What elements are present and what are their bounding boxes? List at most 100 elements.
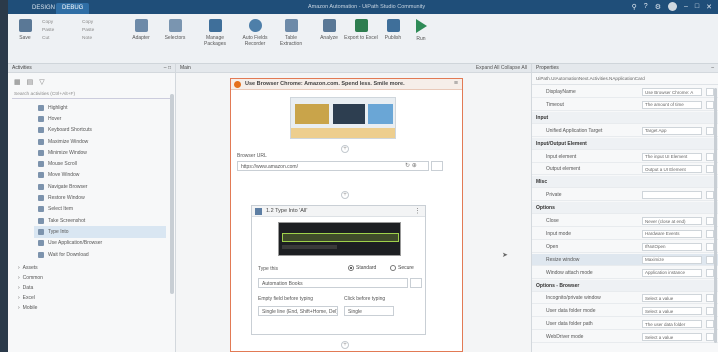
list-item[interactable]: Restore Window — [38, 192, 175, 203]
type-into-activity[interactable]: 1.2 Type Into 'All' ⋮ Type this Standard… — [251, 205, 426, 335]
list-item-selected[interactable]: Type Into — [34, 226, 166, 238]
property-value-field[interactable]: Select a value — [642, 294, 702, 303]
property-options-button[interactable] — [706, 229, 714, 238]
run-button[interactable]: Run — [404, 19, 438, 42]
use-browser-activity[interactable]: Use Browser Chrome: Amazon.com. Spend le… — [230, 78, 463, 352]
property-options-button[interactable] — [706, 191, 714, 200]
property-value-field[interactable] — [642, 191, 702, 200]
property-section[interactable]: Options — [532, 202, 718, 215]
property-options-button[interactable] — [706, 255, 714, 264]
property-value-field[interactable]: Hardware Events — [642, 229, 702, 238]
copy-alt-button[interactable]: Copy — [82, 19, 122, 27]
property-value-field[interactable]: Never (close at end) — [642, 217, 702, 225]
category-item[interactable]: › Common — [18, 273, 175, 283]
list-item[interactable]: Mouse Scroll — [38, 158, 175, 169]
property-value-field[interactable]: Application instance — [642, 268, 702, 277]
property-value-field[interactable]: The user data folder — [642, 320, 702, 329]
paste-alt-button[interactable]: Paste — [82, 27, 122, 35]
note-button[interactable]: Note — [82, 35, 122, 43]
property-value-field[interactable]: Output a UI Element — [642, 165, 702, 174]
property-section[interactable]: Misc — [532, 176, 718, 189]
property-options-button[interactable] — [706, 100, 714, 109]
tab-debug[interactable]: DEBUG — [56, 3, 90, 14]
settings-icon[interactable]: ⚙ — [655, 3, 661, 11]
minimize-icon[interactable]: – — [684, 3, 688, 10]
property-value-field[interactable]: Select a value — [642, 333, 702, 342]
list-item[interactable]: Minimize Window — [38, 147, 175, 158]
type-this-field[interactable]: Automation Books — [258, 278, 408, 288]
panel-pin-icon[interactable]: – □ — [164, 65, 171, 71]
manage-packages-button[interactable]: Manage Packages — [198, 19, 232, 47]
filter-icon[interactable]: ▽ — [39, 78, 44, 86]
property-options-button[interactable] — [706, 88, 714, 96]
menu-icon[interactable]: ⋮ — [414, 207, 421, 215]
radio-secure[interactable]: Secure — [390, 265, 414, 271]
url-options-button[interactable] — [431, 161, 443, 171]
list-item[interactable]: Select Item — [38, 204, 175, 215]
property-value-field[interactable]: Target App — [642, 126, 702, 135]
menu-icon[interactable]: ≡ — [454, 80, 458, 87]
save-button[interactable]: Save — [8, 19, 42, 41]
expand-collapse-links[interactable]: Expand All Collapse All — [476, 65, 527, 71]
selectors-button[interactable]: Selectors — [158, 19, 192, 41]
notifications-icon[interactable]: ⚲ — [632, 3, 637, 11]
property-options-button[interactable] — [706, 307, 714, 316]
add-activity-icon[interactable]: + — [341, 145, 349, 153]
activities-scrollbar[interactable] — [170, 94, 174, 294]
activities-search-input[interactable]: Search activities (Ctrl+Alt+F) — [12, 91, 171, 99]
browser-url-field[interactable]: https://www.amazon.com/ — [237, 161, 429, 171]
property-value-field[interactable]: Maximize — [642, 255, 702, 264]
adapter-button[interactable]: Adapter — [124, 19, 158, 41]
cut-button[interactable]: Cut — [42, 35, 82, 43]
list-item[interactable]: Wait for Download — [38, 249, 175, 260]
expand-icon[interactable]: ▦ — [14, 78, 21, 86]
property-value-field[interactable]: Use Browser Chrome: A — [642, 88, 702, 96]
property-value-field[interactable]: Select a value — [642, 307, 702, 316]
collapse-icon[interactable]: ▤ — [27, 78, 34, 86]
property-value-field[interactable]: IfNotOpen — [642, 242, 702, 251]
category-item[interactable]: › Data — [18, 283, 175, 293]
recorder-button[interactable]: Auto Fields Recorder — [238, 19, 272, 47]
list-item[interactable]: Maximize Window — [38, 136, 175, 147]
url-refresh-icon[interactable]: ↻ ⊕ — [405, 162, 417, 169]
property-section[interactable]: Input/Output Element — [532, 137, 718, 150]
list-item[interactable]: Move Window — [38, 170, 175, 181]
list-item[interactable]: Navigate Browser — [38, 181, 175, 192]
copy-button[interactable]: Copy — [42, 19, 82, 27]
analyze-button[interactable]: Analyze — [312, 19, 346, 41]
category-item[interactable]: › Assets — [18, 263, 175, 273]
property-value-field[interactable]: The amount of time — [642, 100, 702, 109]
list-item[interactable]: Use Application/Browser — [38, 238, 175, 249]
category-item[interactable]: › Mobile — [18, 303, 175, 313]
property-options-button[interactable] — [706, 333, 714, 342]
property-options-button[interactable] — [706, 217, 714, 225]
property-options-button[interactable] — [706, 152, 714, 161]
add-activity-icon[interactable]: + — [341, 191, 349, 199]
paste-button[interactable]: Paste — [42, 27, 82, 35]
click-before-select[interactable]: Single — [344, 306, 394, 316]
empty-field-select[interactable]: Single line (End, Shift+Home, Del) — [258, 306, 338, 316]
type-options-button[interactable] — [410, 278, 422, 288]
property-options-button[interactable] — [706, 165, 714, 174]
maximize-icon[interactable]: □ — [695, 3, 699, 10]
help-icon[interactable]: ? — [644, 3, 648, 10]
close-icon[interactable]: ✕ — [706, 3, 712, 11]
property-section[interactable]: Input — [532, 111, 718, 124]
list-item[interactable]: Highlight — [38, 102, 175, 113]
list-item[interactable]: Keyboard Shortcuts — [38, 125, 175, 136]
properties-scrollbar[interactable] — [714, 88, 717, 343]
table-extraction-button[interactable]: Table Extraction — [274, 19, 308, 47]
property-options-button[interactable] — [706, 242, 714, 251]
list-item[interactable]: Hover — [38, 113, 175, 124]
property-value-field[interactable]: The input UI Element — [642, 152, 702, 161]
radio-standard[interactable]: Standard — [348, 265, 376, 271]
property-options-button[interactable] — [706, 268, 714, 277]
category-item[interactable]: › Excel — [18, 293, 175, 303]
list-item[interactable]: Take Screenshot — [38, 215, 175, 226]
property-section[interactable]: Options - Browser — [532, 279, 718, 292]
property-options-button[interactable] — [706, 320, 714, 329]
avatar[interactable] — [667, 2, 677, 11]
export-excel-button[interactable]: Export to Excel — [344, 19, 378, 41]
add-activity-icon[interactable]: + — [341, 341, 349, 349]
property-options-button[interactable] — [706, 126, 714, 135]
